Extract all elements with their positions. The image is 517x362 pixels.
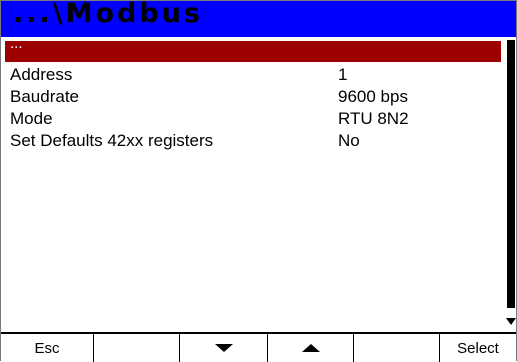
menu-item-label: Set Defaults 42xx registers (10, 131, 214, 150)
menu-path-title: ...\Modbus (13, 0, 203, 29)
menu-item-set-defaults[interactable]: Set Defaults 42xx registers No (5, 131, 501, 152)
menu-item-baudrate[interactable]: Baudrate 9600 bps (5, 87, 501, 108)
down-triangle-icon (214, 344, 233, 352)
menu-item-value: 1 (338, 65, 348, 84)
menu-item-label: Address (10, 65, 73, 84)
up-button[interactable] (268, 334, 354, 362)
menu-item-value: 9600 bps (338, 87, 408, 106)
menu-item-mode[interactable]: Mode RTU 8N2 (5, 109, 501, 130)
device-screen: ...\Modbus ... Address 1 Baudrate 9600 b… (0, 0, 517, 362)
select-button[interactable]: Select (440, 334, 516, 362)
menu-item-value: No (338, 131, 360, 150)
scrollbar[interactable] (506, 38, 516, 330)
title-bar: ...\Modbus (1, 0, 516, 37)
menu-item-address[interactable]: Address 1 (5, 65, 501, 86)
menu-item-value: RTU 8N2 (338, 109, 409, 128)
menu-item-label: Baudrate (10, 87, 79, 106)
scroll-down-arrow-icon[interactable] (506, 318, 516, 325)
esc-button[interactable]: Esc (1, 334, 94, 362)
menu-list: ... Address 1 Baudrate 9600 bps Mode RTU… (5, 35, 505, 329)
menu-item-label: ... (10, 35, 23, 52)
esc-button-label: Esc (34, 339, 60, 357)
select-button-label: Select (457, 339, 499, 357)
scrollbar-thumb[interactable] (507, 40, 515, 308)
softkey-5-button[interactable] (354, 334, 440, 362)
menu-item-label: Mode (10, 109, 53, 128)
menu-item-back[interactable]: ... (5, 35, 501, 62)
softkey-2-button[interactable] (94, 334, 180, 362)
softkey-bar: Esc Select (1, 332, 516, 362)
up-triangle-icon (301, 344, 320, 352)
down-button[interactable] (180, 334, 268, 362)
